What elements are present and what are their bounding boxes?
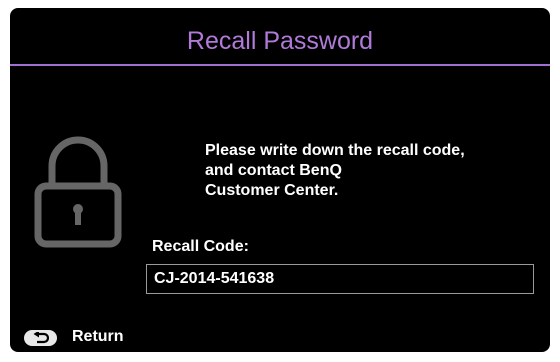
dialog-title: Recall Password xyxy=(186,27,374,55)
screen-frame: Recall Password Please write down the re… xyxy=(0,0,560,362)
lock-icon xyxy=(30,130,126,248)
recall-code-value: CJ-2014-541638 xyxy=(154,270,275,287)
message-line: Please write down the recall code, xyxy=(205,142,465,159)
return-arrow-icon xyxy=(24,330,57,346)
title-divider xyxy=(10,64,550,66)
recall-code-field: CJ-2014-541638 xyxy=(146,264,534,294)
message-line: Customer Center. xyxy=(205,182,339,199)
instruction-message: Please write down the recall code, and c… xyxy=(205,141,525,201)
return-label: Return xyxy=(72,328,124,345)
recall-code-label: Recall Code: xyxy=(152,238,249,255)
message-line: and contact BenQ xyxy=(205,162,342,179)
recall-password-dialog: Recall Password Please write down the re… xyxy=(10,8,550,352)
